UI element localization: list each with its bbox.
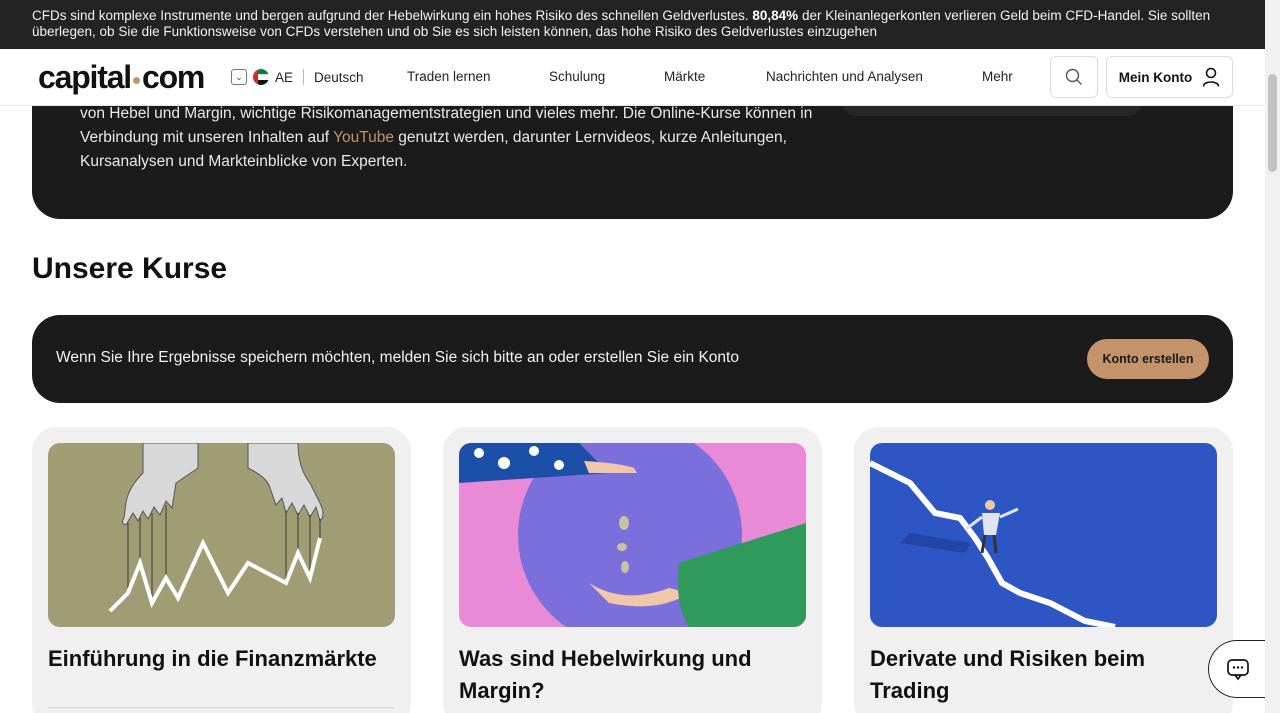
nav-schulung[interactable]: Schulung xyxy=(549,69,605,84)
course-image-coins-hands xyxy=(459,443,806,627)
nav-maerkte[interactable]: Märkte xyxy=(664,69,705,84)
chevron-down-icon: ⌄ xyxy=(231,69,247,85)
intro-card: von Hebel und Margin, wichtige Risikoman… xyxy=(32,106,1233,219)
nav-mehr[interactable]: Mehr xyxy=(982,69,1013,84)
course-title[interactable]: Einführung in die Finanzmärkte xyxy=(48,643,395,675)
section-title: Unsere Kurse xyxy=(32,252,228,285)
course-title[interactable]: Derivate und Risiken beim Trading xyxy=(870,643,1217,707)
region-selector[interactable]: ⌄ AE Deutsch xyxy=(231,69,364,85)
course-card[interactable]: Derivate und Risiken beim Trading xyxy=(854,427,1233,713)
decorative-shape xyxy=(842,106,1142,116)
course-image-falling-chart xyxy=(870,443,1217,627)
login-prompt-bar: Wenn Sie Ihre Ergebnisse speichern möcht… xyxy=(32,315,1233,403)
language-label[interactable]: Deutsch xyxy=(314,70,364,85)
nav-traden-lernen[interactable]: Traden lernen xyxy=(407,69,491,84)
chat-button[interactable] xyxy=(1208,640,1268,698)
divider xyxy=(303,69,305,85)
course-card[interactable]: Einführung in die Finanzmärkte xyxy=(32,427,411,713)
course-title[interactable]: Was sind Hebelwirkung und Margin? xyxy=(459,643,806,707)
site-header: capital com ⌄ AE Deutsch Traden lernen Sc… xyxy=(0,49,1265,106)
account-label: Mein Konto xyxy=(1118,69,1193,85)
capital-com-logo[interactable]: capital com xyxy=(38,59,205,96)
search-button[interactable] xyxy=(1050,56,1098,98)
course-card[interactable]: Was sind Hebelwirkung und Margin? xyxy=(443,427,822,713)
youtube-link[interactable]: YouTube xyxy=(333,129,394,146)
risk-text-start: CFDs sind komplexe Instrumente und berge… xyxy=(32,8,753,23)
chat-icon xyxy=(1227,659,1249,681)
intro-text: von Hebel und Margin, wichtige Risikoman… xyxy=(80,106,813,170)
search-icon xyxy=(1065,68,1082,85)
region-code: AE xyxy=(275,69,294,85)
scrollbar[interactable] xyxy=(1265,0,1280,713)
course-image-puppet-hands xyxy=(48,443,395,627)
risk-percent: 80,84% xyxy=(752,8,799,23)
my-account-button[interactable]: Mein Konto xyxy=(1106,56,1233,98)
risk-warning-banner: CFDs sind komplexe Instrumente und berge… xyxy=(0,0,1265,49)
create-account-button[interactable]: Konto erstellen xyxy=(1087,339,1209,379)
divider xyxy=(48,707,395,708)
user-icon xyxy=(1202,67,1220,87)
uae-flag-icon xyxy=(253,69,269,85)
login-prompt-text: Wenn Sie Ihre Ergebnisse speichern möcht… xyxy=(56,349,739,366)
scrollbar-thumb[interactable] xyxy=(1268,74,1277,172)
nav-nachrichten-analysen[interactable]: Nachrichten und Analysen xyxy=(766,69,923,84)
